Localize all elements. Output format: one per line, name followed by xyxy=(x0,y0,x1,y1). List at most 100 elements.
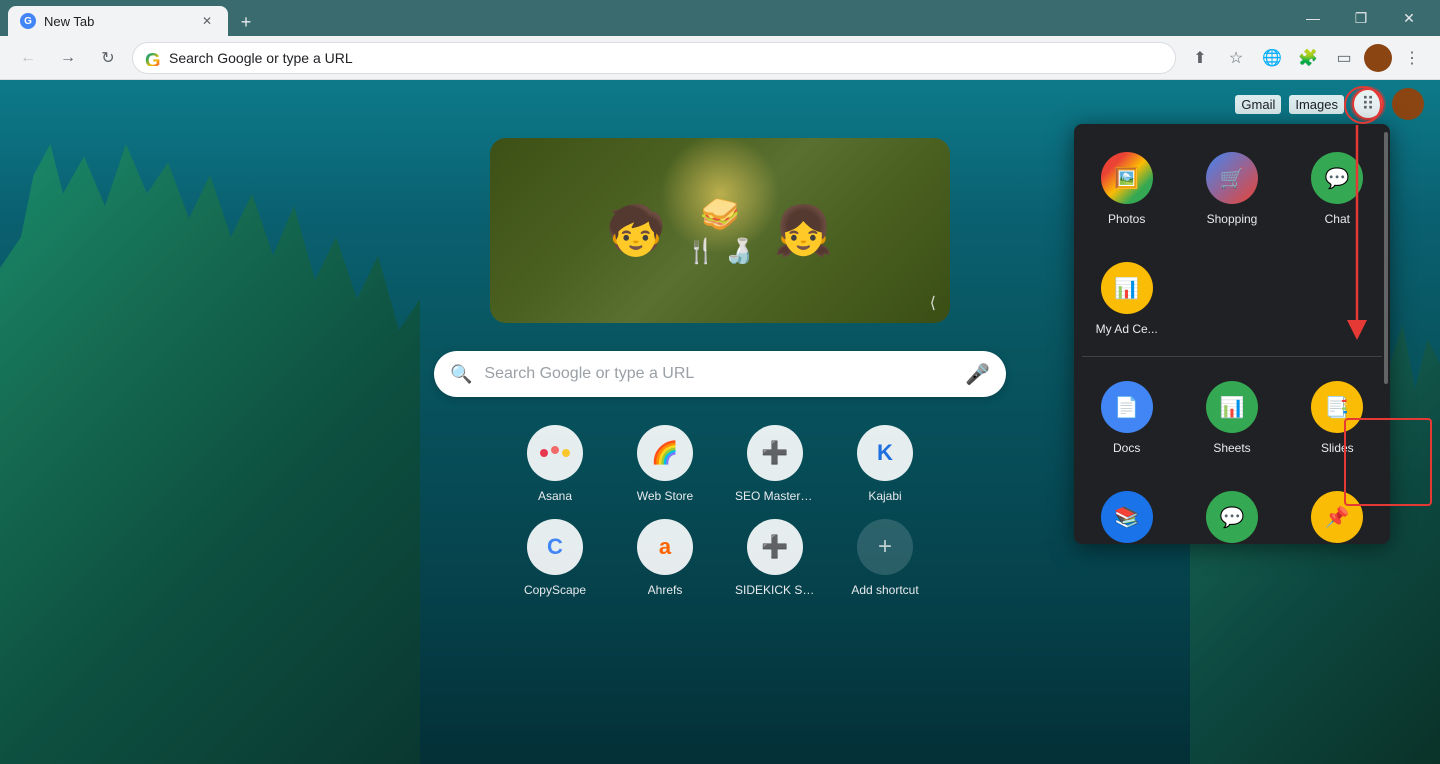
address-bar[interactable]: G Search Google or type a URL xyxy=(132,42,1176,74)
doodle-share-icon[interactable]: ⟨ xyxy=(930,293,936,313)
app-sheets[interactable]: 📊 Sheets xyxy=(1183,365,1280,467)
top-links-bar: Gmail Images ⠿ xyxy=(0,80,1440,128)
ahrefs-icon: a xyxy=(637,519,693,575)
shopping-icon: 🛒 xyxy=(1206,152,1258,204)
add-shortcut-label: Add shortcut xyxy=(851,583,918,597)
chat-label: Chat xyxy=(1325,212,1350,226)
chat-icon: 💬 xyxy=(1311,152,1363,204)
add-shortcut-icon: + xyxy=(857,519,913,575)
shortcut-seomaster[interactable]: ➕ SEO Master S... xyxy=(730,425,820,503)
split-screen-icon[interactable]: ▭ xyxy=(1328,42,1360,74)
share-icon[interactable]: ⬆ xyxy=(1184,42,1216,74)
app-chat[interactable]: 💬 Chat xyxy=(1289,136,1386,238)
gmail-link[interactable]: Gmail xyxy=(1235,95,1281,114)
nav-bar: ← → ↻ G Search Google or type a URL ⬆ ☆ … xyxy=(0,36,1440,80)
images-link[interactable]: Images xyxy=(1289,95,1344,114)
search-icon: 🔍 xyxy=(450,364,472,385)
app-myadcenter[interactable]: 📊 My Ad Ce... xyxy=(1078,246,1175,348)
app-hangouts[interactable]: 💬 Hangouts xyxy=(1183,475,1280,544)
apps-grid-2: 📄 Docs 📊 Sheets 📑 Slides 📚 Books � xyxy=(1074,361,1390,544)
minimize-button[interactable]: — xyxy=(1290,3,1336,33)
address-text: Search Google or type a URL xyxy=(169,50,1163,66)
back-button[interactable]: ← xyxy=(12,42,44,74)
apps-grid-button[interactable]: ⠿ xyxy=(1352,88,1384,120)
reload-button[interactable]: ↻ xyxy=(92,42,124,74)
translate-icon[interactable]: 🌐 xyxy=(1256,42,1288,74)
profile-top-avatar[interactable] xyxy=(1392,88,1424,120)
mic-icon[interactable]: 🎤 xyxy=(965,362,990,387)
browser-frame: G New Tab ✕ + — ❐ ✕ ← → ↻ G Search Googl… xyxy=(0,0,1440,764)
profile-avatar[interactable] xyxy=(1364,44,1392,72)
maximize-button[interactable]: ❐ xyxy=(1338,3,1384,33)
tab-favicon: G xyxy=(20,13,36,29)
seomaster-icon: ➕ xyxy=(747,425,803,481)
tab-close-button[interactable]: ✕ xyxy=(198,12,216,30)
asana-label: Asana xyxy=(538,489,572,503)
spacer2 xyxy=(1285,242,1390,243)
tab-bar: G New Tab ✕ + xyxy=(8,0,260,36)
nav-right-icons: ⬆ ☆ 🌐 🧩 ▭ ⋮ xyxy=(1184,42,1428,74)
search-bar[interactable]: 🔍 Search Google or type a URL 🎤 xyxy=(434,351,1006,397)
myadcenter-icon: 📊 xyxy=(1101,262,1153,314)
search-container: 🔍 Search Google or type a URL 🎤 xyxy=(434,351,1006,397)
slides-icon: 📑 xyxy=(1311,381,1363,433)
app-shopping[interactable]: 🛒 Shopping xyxy=(1183,136,1280,238)
apps-grid: 🖼️ Photos 🛒 Shopping 💬 Chat 📊 My Ad Ce..… xyxy=(1074,132,1390,352)
shortcut-copyscape[interactable]: C CopyScape xyxy=(510,519,600,597)
shortcut-sidekick[interactable]: ➕ SIDEKICK SEO xyxy=(730,519,820,597)
books-icon: 📚 xyxy=(1101,491,1153,543)
shopping-label: Shopping xyxy=(1207,212,1258,226)
photos-icon: 🖼️ xyxy=(1101,152,1153,204)
new-tab-button[interactable]: + xyxy=(232,8,260,36)
app-keep[interactable]: 📌 Keep xyxy=(1289,475,1386,544)
sidekick-label: SIDEKICK SEO xyxy=(735,583,815,597)
doodle-light-effect xyxy=(660,138,780,254)
extensions-icon[interactable]: 🧩 xyxy=(1292,42,1324,74)
content-area: Gmail Images ⠿ 🧒 🥪 🍴 🍶 xyxy=(0,80,1440,764)
shortcut-add[interactable]: + Add shortcut xyxy=(840,519,930,597)
docs-icon: 📄 xyxy=(1101,381,1153,433)
doodle-char-right: 👧 xyxy=(774,202,834,259)
apps-drawer: 🖼️ Photos 🛒 Shopping 💬 Chat 📊 My Ad Ce..… xyxy=(1074,124,1390,544)
shortcuts-grid: Asana 🌈 Web Store ➕ SEO Master S... xyxy=(510,425,930,597)
shortcut-asana[interactable]: Asana xyxy=(510,425,600,503)
hangouts-icon: 💬 xyxy=(1206,491,1258,543)
slides-label: Slides xyxy=(1321,441,1354,455)
app-books[interactable]: 📚 Books xyxy=(1078,475,1175,544)
doodle-char-left: 🧒 xyxy=(606,202,666,259)
app-slides[interactable]: 📑 Slides xyxy=(1289,365,1386,467)
shortcut-ahrefs[interactable]: a Ahrefs xyxy=(620,519,710,597)
menu-icon[interactable]: ⋮ xyxy=(1396,42,1428,74)
keep-icon: 📌 xyxy=(1311,491,1363,543)
forward-button[interactable]: → xyxy=(52,42,84,74)
sidekick-icon: ➕ xyxy=(747,519,803,575)
kajabi-label: Kajabi xyxy=(868,489,901,503)
app-photos[interactable]: 🖼️ Photos xyxy=(1078,136,1175,238)
webstore-label: Web Store xyxy=(637,489,693,503)
kajabi-icon: K xyxy=(857,425,913,481)
photos-label: Photos xyxy=(1108,212,1145,226)
asana-icon xyxy=(527,425,583,481)
myadcenter-label: My Ad Ce... xyxy=(1096,322,1158,336)
shortcut-webstore[interactable]: 🌈 Web Store xyxy=(620,425,710,503)
sheets-icon: 📊 xyxy=(1206,381,1258,433)
copyscape-icon: C xyxy=(527,519,583,575)
bookmark-icon[interactable]: ☆ xyxy=(1220,42,1252,74)
google-doodle: 🧒 🥪 🍴 🍶 👧 ⟨ xyxy=(490,138,950,323)
active-tab[interactable]: G New Tab ✕ xyxy=(8,6,228,36)
coral-left xyxy=(0,144,420,764)
spacer1 xyxy=(1179,242,1284,243)
search-placeholder-text: Search Google or type a URL xyxy=(484,365,953,383)
docs-label: Docs xyxy=(1113,441,1140,455)
title-bar: G New Tab ✕ + — ❐ ✕ xyxy=(0,0,1440,36)
google-favicon: G xyxy=(145,50,161,66)
close-button[interactable]: ✕ xyxy=(1386,3,1432,33)
seomaster-label: SEO Master S... xyxy=(735,489,815,503)
sheets-label: Sheets xyxy=(1213,441,1250,455)
apps-grid-icon: ⠿ xyxy=(1361,94,1374,115)
drawer-scrollbar[interactable] xyxy=(1384,132,1388,384)
shortcut-kajabi[interactable]: K Kajabi xyxy=(840,425,930,503)
app-docs[interactable]: 📄 Docs xyxy=(1078,365,1175,467)
copyscape-label: CopyScape xyxy=(524,583,586,597)
webstore-icon: 🌈 xyxy=(637,425,693,481)
